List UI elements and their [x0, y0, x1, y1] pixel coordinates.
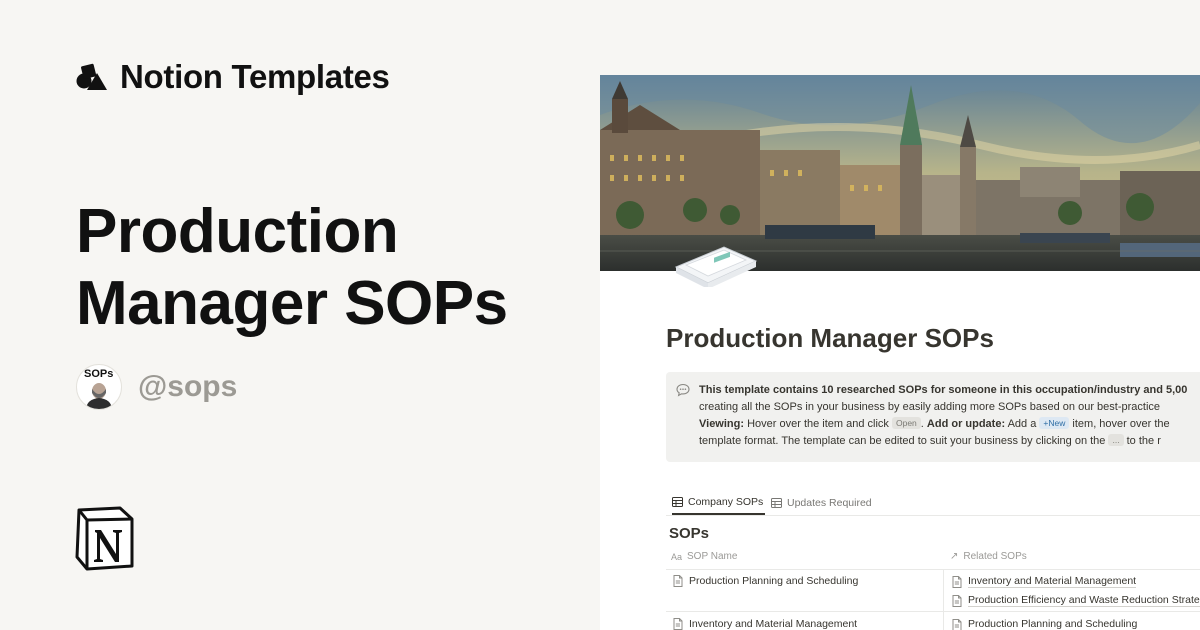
- column-header-related-sops[interactable]: ↗ Related SOPs: [950, 551, 1027, 562]
- callout-line-2: creating all the SOPs in your business b…: [699, 401, 1161, 413]
- page-icon: [952, 594, 962, 607]
- column-label: Related SOPs: [963, 551, 1027, 562]
- divider: [666, 611, 1200, 612]
- callout-text-d: item, hover over the: [1069, 418, 1170, 430]
- documents-stack-icon: [674, 246, 758, 287]
- add-update-label: Add or update:: [926, 418, 1006, 430]
- notion-logo-icon: [75, 506, 134, 571]
- template-title-line-1: Production: [76, 197, 399, 266]
- table-icon: [672, 497, 683, 507]
- page-icon: [673, 618, 683, 630]
- brand-name: Notion Templates: [120, 58, 390, 95]
- page-icon: [673, 575, 683, 587]
- author-handle[interactable]: @sops: [138, 370, 237, 404]
- template-preview: Production Manager SOPs This template co…: [600, 75, 1200, 630]
- callout-text-a: Hover over the item and click: [744, 418, 892, 430]
- callout-line-3: Viewing: Hover over the item and click O…: [699, 416, 1200, 433]
- callout-text: This template contains 10 researched SOP…: [699, 382, 1200, 450]
- database-title: SOPs: [669, 525, 710, 542]
- tab-label: Company SOPs: [688, 496, 764, 508]
- table-row-2-related-1[interactable]: Production Planning and Scheduling: [952, 618, 1137, 630]
- table-icon: [771, 497, 782, 508]
- column-label: SOP Name: [687, 551, 738, 562]
- callout-text-f: to the r: [1123, 435, 1161, 447]
- notion-templates-icon: [76, 63, 107, 90]
- tab-company-sops[interactable]: Company SOPs: [672, 491, 765, 515]
- column-divider: [943, 569, 944, 630]
- column-header-sop-name[interactable]: Aa SOP Name: [671, 551, 737, 562]
- related-sop: Production Efficiency and Waste Reductio…: [968, 594, 1200, 607]
- callout-text-e: template format. The template can be edi…: [699, 435, 1109, 447]
- divider: [666, 569, 1200, 570]
- callout-line-4: template format. The template can be edi…: [699, 433, 1200, 450]
- open-pill: Open: [891, 417, 921, 429]
- text-property-icon: Aa: [671, 551, 683, 562]
- speech-bubble-icon: [676, 383, 690, 397]
- avatar-portrait-icon: [86, 383, 112, 409]
- brand[interactable]: Notion Templates: [76, 58, 390, 96]
- table-row-1-name[interactable]: Production Planning and Scheduling: [673, 575, 858, 587]
- avatar[interactable]: SOPs: [76, 364, 122, 410]
- tab-label: Updates Required: [787, 496, 872, 509]
- table-row-2-name[interactable]: Inventory and Material Management: [673, 618, 857, 630]
- page-icon: [952, 575, 962, 588]
- tab-updates-required[interactable]: Updates Required: [771, 491, 872, 514]
- callout-text-c: Add a: [1005, 418, 1040, 430]
- promo-panel: Notion Templates Production Manager SOPs…: [0, 0, 600, 630]
- related-sop: Inventory and Material Management: [968, 575, 1137, 588]
- table-row-1-related-2[interactable]: Production Efficiency and Waste Reductio…: [952, 594, 1200, 607]
- callout-line-1: This template contains 10 researched SOP…: [699, 384, 1188, 396]
- template-title-line-2: Manager SOPs: [76, 269, 508, 338]
- page-icon: [952, 618, 962, 630]
- table-row-1-related-1[interactable]: Inventory and Material Management: [952, 575, 1137, 588]
- author[interactable]: SOPs @sops: [76, 364, 237, 410]
- more-pill: ...: [1108, 434, 1124, 446]
- related-sop: Production Planning and Scheduling: [968, 618, 1138, 630]
- page-title: Production Manager SOPs: [666, 323, 994, 353]
- template-title: Production Manager SOPs: [76, 196, 576, 340]
- callout: This template contains 10 researched SOP…: [666, 372, 1200, 462]
- view-tabs: Company SOPs Updates Required: [666, 491, 1200, 516]
- sop-name: Inventory and Material Management: [689, 618, 858, 630]
- viewing-label: Viewing:: [699, 418, 745, 430]
- new-pill: +New: [1039, 417, 1070, 429]
- relation-arrow-icon: ↗: [950, 551, 959, 562]
- sop-name: Production Planning and Scheduling: [689, 575, 859, 587]
